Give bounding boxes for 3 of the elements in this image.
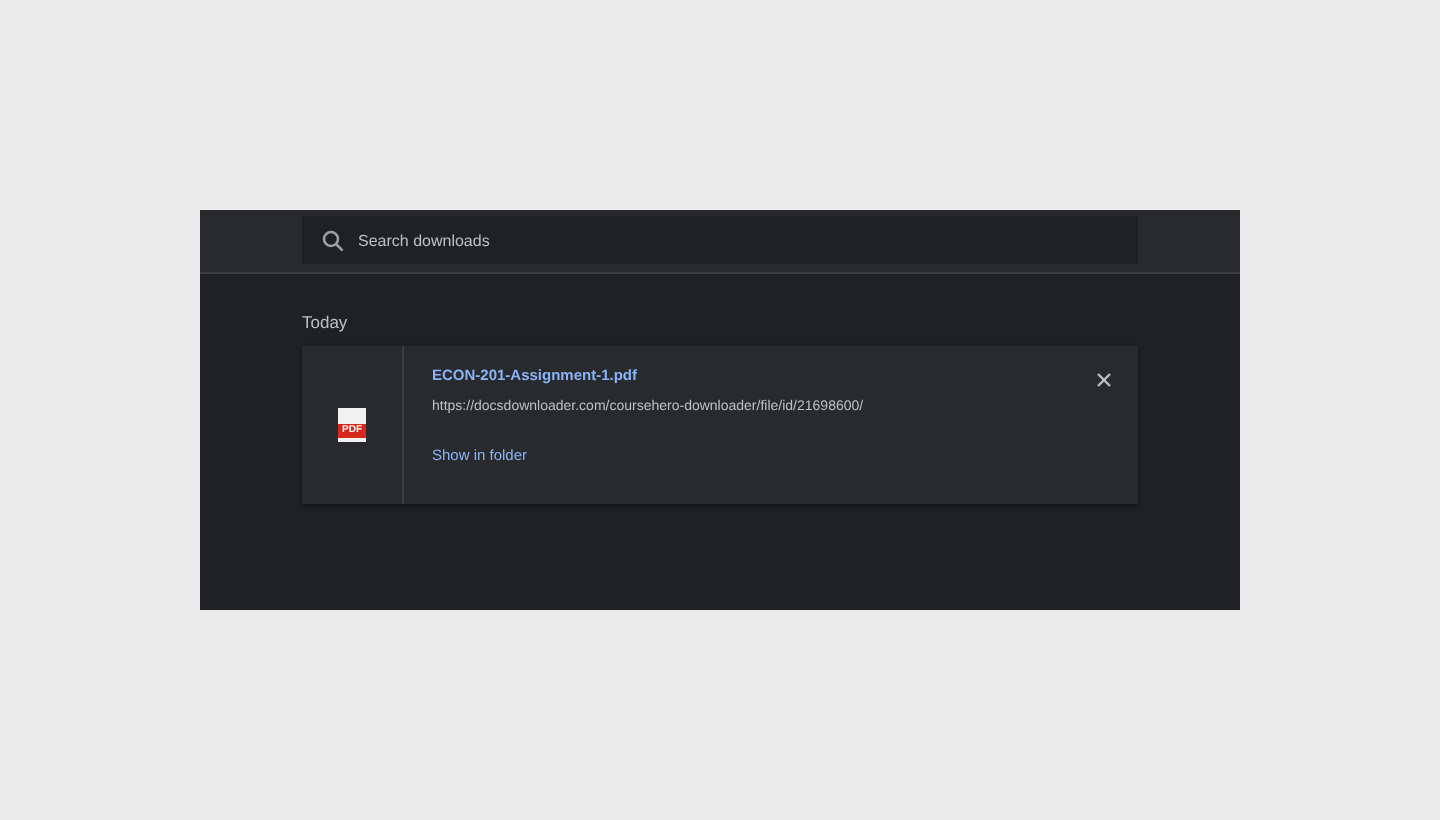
date-heading: Today xyxy=(302,312,350,336)
close-button[interactable] xyxy=(1092,368,1116,392)
search-field[interactable]: Search downloads xyxy=(302,216,1138,264)
